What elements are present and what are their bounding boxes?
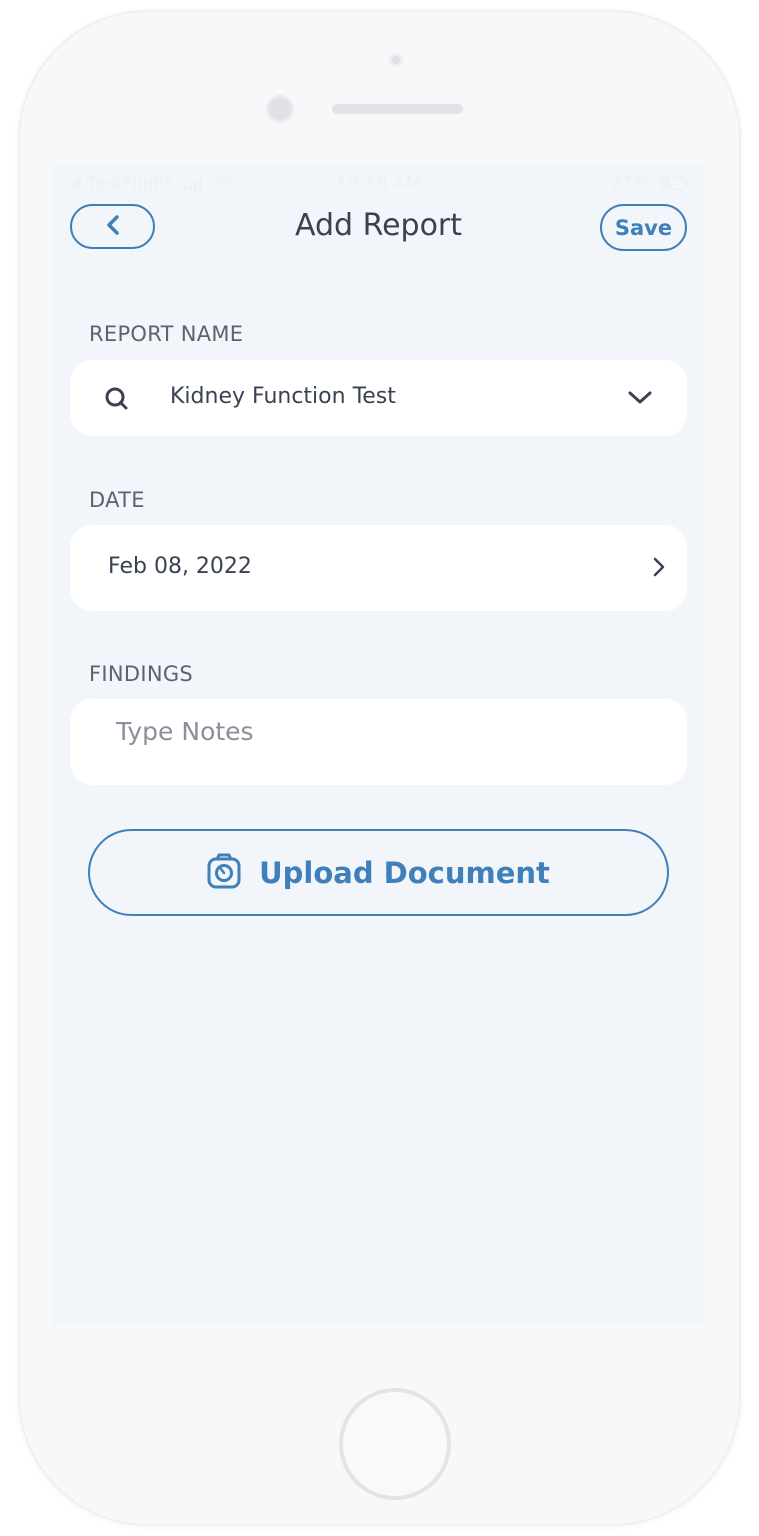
- status-time: 10:18 AM: [335, 173, 422, 194]
- findings-input[interactable]: Type Notes: [70, 699, 687, 785]
- front-camera: [266, 95, 294, 123]
- chevron-right-icon: [652, 556, 666, 582]
- page-title: Add Report: [294, 208, 463, 243]
- upload-document-button[interactable]: Upload Document: [88, 829, 669, 916]
- search-icon: [104, 386, 130, 416]
- status-bar: ◀ TestFlight 10:18 AM 27%: [53, 166, 704, 202]
- findings-label: FINDINGS: [89, 662, 194, 686]
- home-button[interactable]: [339, 1388, 451, 1500]
- status-battery: 27%: [610, 173, 690, 195]
- app-screen: ◀ TestFlight 10:18 AM 27% Add Report Sav…: [53, 166, 704, 1325]
- upload-document-label: Upload Document: [259, 855, 550, 890]
- save-button[interactable]: Save: [600, 204, 687, 251]
- chevron-left-icon: [105, 214, 121, 240]
- battery-percent: 27%: [610, 173, 651, 194]
- chevron-down-icon: [627, 390, 653, 410]
- front-sensor: [389, 53, 403, 67]
- date-label: DATE: [89, 488, 145, 512]
- report-name-value: Kidney Function Test: [170, 384, 396, 409]
- earpiece-speaker: [332, 104, 463, 114]
- date-picker[interactable]: Feb 08, 2022: [70, 525, 687, 611]
- back-button[interactable]: [70, 204, 155, 249]
- report-name-select[interactable]: Kidney Function Test: [70, 360, 687, 436]
- report-name-label: REPORT NAME: [89, 322, 244, 346]
- camera-icon: [207, 853, 241, 893]
- date-value: Feb 08, 2022: [108, 554, 252, 579]
- findings-placeholder: Type Notes: [116, 717, 254, 746]
- battery-icon: [660, 174, 690, 195]
